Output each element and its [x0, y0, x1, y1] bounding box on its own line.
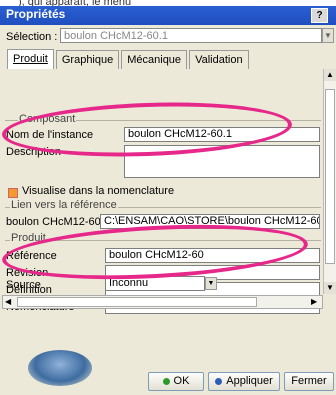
title-bar: Propriétés ? [0, 6, 336, 25]
nomenclature-checkbox[interactable] [8, 188, 18, 198]
tab-produit-label: Produit [13, 53, 48, 65]
apply-bullet-icon [215, 377, 223, 385]
help-button[interactable]: ? [311, 8, 328, 23]
tab-validation[interactable]: Validation [189, 50, 249, 70]
selection-dropdown-arrow[interactable]: ▼ [322, 28, 334, 43]
tab-bar: Produit Graphique Mécanique Validation [7, 49, 251, 72]
apply-button[interactable]: Appliquer [208, 372, 280, 391]
scroll-right-icon[interactable]: ▶ [311, 296, 317, 308]
reference-link-name: boulon CHcM12-60 [6, 216, 101, 228]
ok-button[interactable]: OK [148, 372, 204, 391]
tab-mecanique[interactable]: Mécanique [121, 50, 188, 70]
tab-graphique[interactable]: Graphique [55, 50, 120, 70]
ok-bullet-icon [162, 377, 170, 385]
vertical-scrollbar[interactable]: ▲ ▼ [323, 69, 336, 294]
nomenclature-checkbox-label: Visualise dans la nomenclature [22, 185, 175, 197]
scroll-down-icon[interactable]: ▼ [324, 282, 336, 294]
logo-icon [28, 350, 92, 386]
window-title: Propriétés [6, 7, 66, 21]
vertical-scroll-thumb[interactable] [325, 89, 335, 264]
source-label: Source [6, 279, 41, 291]
horizontal-scrollbar[interactable]: ◀ ▶ [2, 295, 323, 309]
dialog-body: Sélection : boulon CHcM12-60.1 ▼ Produit… [0, 25, 336, 395]
scroll-left-icon[interactable]: ◀ [5, 296, 11, 308]
selection-label: Sélection : [6, 31, 58, 43]
scroll-up-icon[interactable]: ▲ [324, 69, 336, 81]
source-dropdown-arrow[interactable]: ▼ [205, 277, 217, 290]
close-button[interactable]: Fermer [284, 372, 334, 391]
horizontal-scroll-thumb[interactable] [17, 297, 257, 307]
selection-field[interactable]: boulon CHcM12-60.1 [60, 28, 322, 43]
apply-button-label: Appliquer [226, 375, 273, 387]
group-link-label: Lien vers la référence [10, 199, 118, 211]
ok-button-label: OK [173, 375, 190, 387]
